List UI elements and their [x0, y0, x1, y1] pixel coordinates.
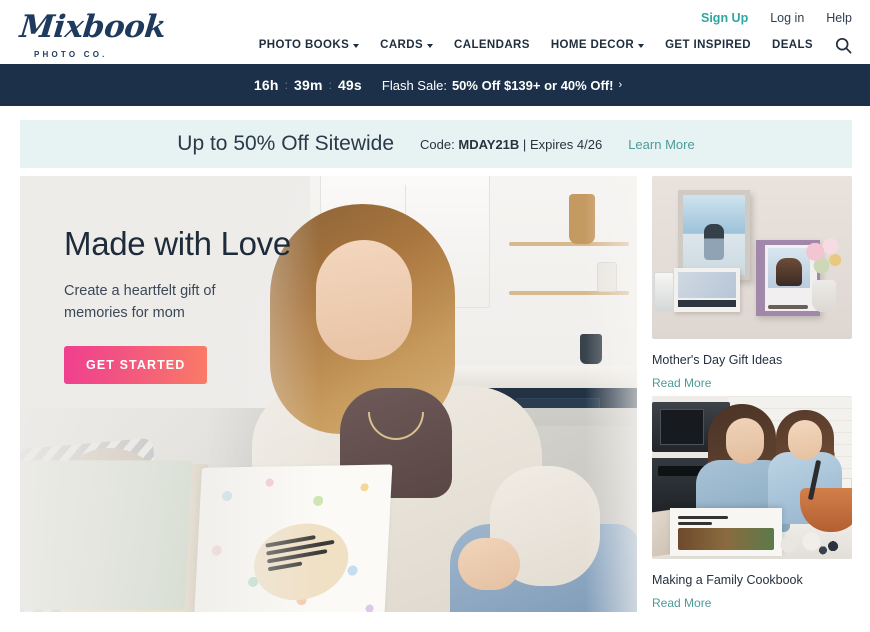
nav-item-deals[interactable]: DEALS — [772, 39, 813, 51]
logo-subtitle: PHOTO CO. — [34, 50, 108, 59]
promo-title: Up to 50% Off Sitewide — [177, 132, 395, 155]
article-thumbnail[interactable] — [652, 176, 852, 339]
vase — [812, 280, 836, 312]
canvas-print-product — [678, 190, 750, 280]
main-nav: PHOTO BOOKS CARDS CALENDARS HOME DECOR G… — [259, 36, 852, 54]
log-in-link[interactable]: Log in — [770, 11, 804, 25]
chevron-down-icon — [638, 44, 645, 48]
sign-up-link[interactable]: Sign Up — [701, 11, 748, 25]
flash-sale-inner: 16h : 39m : 49s Flash Sale: 50% Off $139… — [248, 77, 622, 93]
get-started-button[interactable]: GET STARTED — [64, 346, 208, 384]
nav-label: DEALS — [772, 39, 813, 51]
site-logo[interactable]: Mixbook PHOTO CO. — [18, 9, 170, 59]
search-button[interactable] — [834, 36, 852, 54]
photo-book-caption — [768, 305, 808, 309]
frame-caption-band — [678, 300, 736, 307]
cookbook-title-lines — [678, 516, 732, 528]
content-area: Made with Love Create a heartfelt gift o… — [20, 176, 852, 612]
nav-item-home-decor[interactable]: HOME DECOR — [550, 39, 645, 51]
nav-item-photo-books[interactable]: PHOTO BOOKS — [258, 39, 360, 51]
countdown-hours: 16h — [253, 77, 279, 93]
page-root: Mixbook PHOTO CO. Sign Up Log in Help PH… — [0, 0, 870, 632]
utility-nav: Sign Up Log in Help — [701, 11, 852, 25]
hero-mother-hand — [458, 538, 520, 590]
hero-right-fade — [585, 176, 637, 612]
ingredients-on-counter — [774, 529, 846, 555]
drinking-glass — [654, 272, 674, 312]
read-more-link[interactable]: Read More — [652, 376, 711, 390]
chevron-down-icon — [353, 44, 360, 48]
nav-item-get-inspired[interactable]: GET INSPIRED — [665, 39, 751, 51]
search-icon — [835, 37, 851, 53]
flowers — [804, 238, 844, 284]
countdown-minutes: 39m — [293, 77, 323, 93]
article-card-mothers-day: Mother's Day Gift Ideas Read More — [652, 176, 852, 392]
site-header: Mixbook PHOTO CO. Sign Up Log in Help PH… — [0, 0, 870, 64]
chevron-down-icon — [427, 44, 434, 48]
article-thumbnail[interactable] — [652, 396, 852, 559]
learn-more-link[interactable]: Learn More — [628, 137, 694, 152]
hero-subtitle: Create a heartfelt gift of memories for … — [64, 283, 216, 321]
flash-sale-arrow-icon: › — [618, 79, 623, 91]
nav-label: HOME DECOR — [550, 39, 635, 51]
flash-sale-banner[interactable]: 16h : 39m : 49s Flash Sale: 50% Off $139… — [0, 64, 870, 106]
read-more-link[interactable]: Read More — [652, 596, 711, 610]
hero-mother-face — [316, 240, 412, 360]
flash-sale-offer: 50% Off $139+ or 40% Off! — [451, 77, 614, 93]
flash-sale-prefix: Flash Sale: — [381, 77, 447, 93]
countdown-seconds: 49s — [337, 77, 362, 93]
logo-wordmark: Mixbook — [18, 9, 168, 45]
nav-label: CARDS — [380, 39, 424, 51]
hero-title: Made with Love — [64, 225, 291, 262]
small-photo-frame-product — [674, 268, 740, 312]
promo-code-prefix: Code: — [420, 136, 455, 152]
promo-code-value: MDAY21B — [458, 136, 520, 152]
nav-item-cards[interactable]: CARDS — [380, 39, 434, 51]
promo-code-text: Code: MDAY21B | Expires 4/26 — [420, 137, 602, 152]
frame-artwork — [678, 272, 736, 298]
article-title: Mother's Day Gift Ideas — [652, 353, 783, 367]
canvas-print-photo-subject — [704, 224, 724, 261]
promo-expires: Expires 4/26 — [529, 136, 603, 152]
daughter-face — [788, 420, 822, 460]
sidebar-cards: Mother's Day Gift Ideas Read More Making… — [652, 176, 852, 612]
hero-copy: Made with Love Create a heartfelt gift o… — [64, 224, 291, 384]
nav-item-calendars[interactable]: CALENDARS — [454, 39, 530, 51]
promo-divider: | — [522, 136, 527, 152]
cookbook-photo — [678, 528, 774, 550]
nav-label: CALENDARS — [454, 39, 530, 51]
nav-label: GET INSPIRED — [665, 39, 752, 51]
nav-label: PHOTO BOOKS — [258, 39, 350, 51]
article-card-family-cookbook: Making a Family Cookbook Read More — [652, 396, 852, 612]
article-title: Making a Family Cookbook — [652, 573, 803, 587]
hero-banner[interactable]: Made with Love Create a heartfelt gift o… — [20, 176, 637, 612]
help-link[interactable]: Help — [826, 11, 852, 25]
mother-face — [726, 418, 764, 464]
promo-bar: Up to 50% Off Sitewide Code: MDAY21B | E… — [20, 120, 852, 168]
family-cookbook-product — [670, 508, 782, 556]
